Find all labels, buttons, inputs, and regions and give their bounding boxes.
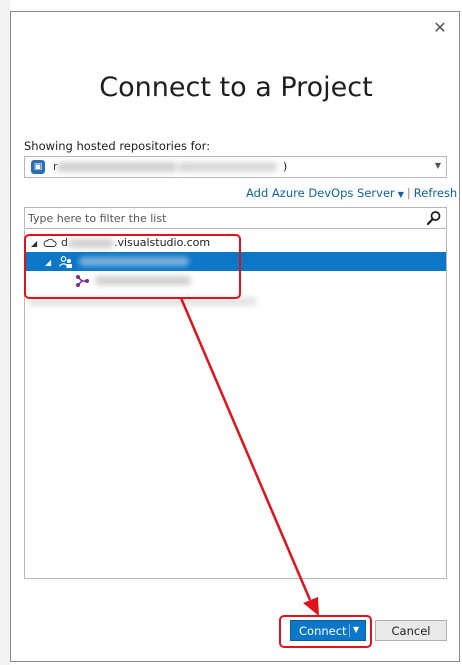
server-links: Add Azure DevOps Server ▼ | Refresh [246,186,457,200]
account-suffix: ) [283,160,288,173]
chevron-down-icon[interactable]: ▼ [353,625,359,634]
redacted-account-name [57,162,177,172]
refresh-link[interactable]: Refresh [414,186,457,200]
search-icon[interactable] [426,210,442,226]
filter-input[interactable] [28,210,418,226]
redacted-account-email [177,162,277,172]
annotation-highlight-tree [24,234,241,299]
chevron-down-icon[interactable]: ▼ [435,161,441,170]
cancel-button[interactable]: Cancel [375,620,447,641]
link-separator: | [406,186,411,200]
filter-box[interactable] [24,207,447,229]
account-select[interactable]: ▣ r ) ▼ [24,156,447,178]
hosted-repos-label: Showing hosted repositories for: [24,139,211,153]
split-separator [349,624,350,637]
add-server-link[interactable]: Add Azure DevOps Server [246,186,395,200]
connect-button[interactable]: Connect ▼ [290,620,366,641]
dialog-title: Connect to a Project [99,72,373,103]
account-badge-icon: ▣ [31,160,45,174]
add-server-chevron-icon[interactable]: ▼ [398,190,404,199]
connect-label: Connect [299,624,347,638]
close-icon[interactable]: ✕ [432,20,448,36]
